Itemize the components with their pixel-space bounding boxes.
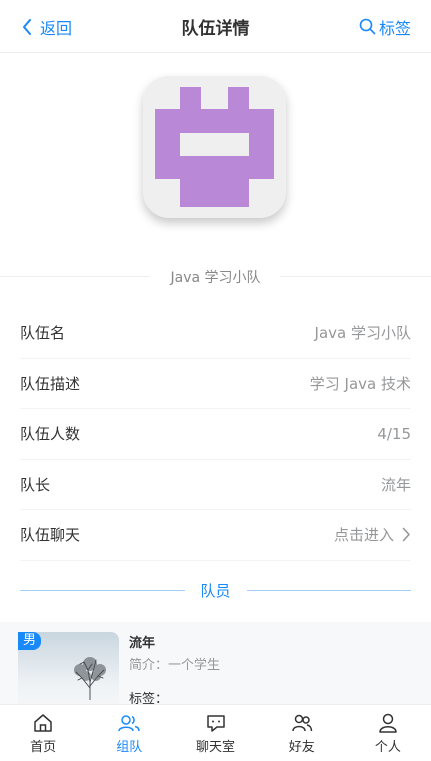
tab-label: 个人: [374, 739, 401, 755]
team-detail-page: 返回 队伍详情 标签 Java 学习小队 队伍名 Java 学习小队 队伍描述 …: [0, 0, 431, 761]
tab-label: 聊天室: [196, 739, 236, 755]
team-logo-icon: [155, 87, 274, 207]
gender-tag: 男: [18, 632, 42, 650]
divider-line: [20, 589, 185, 591]
nav-bar: 返回 队伍详情 标签: [0, 0, 431, 53]
cell-label: 队伍名: [20, 324, 66, 343]
tab-profile[interactable]: 个人: [345, 705, 431, 761]
team-info-list: 队伍名 Java 学习小队 队伍描述 学习 Java 技术 队伍人数 4/15 …: [0, 308, 431, 561]
tab-label: 好友: [288, 739, 315, 755]
divider-line: [246, 589, 412, 591]
cell-team-chat[interactable]: 队伍聊天 点击进入: [20, 510, 411, 561]
enter-chat-label: 点击进入: [333, 526, 394, 545]
user-icon: [379, 713, 397, 733]
tab-label: 组队: [116, 739, 143, 755]
tab-friends[interactable]: 好友: [259, 705, 345, 761]
cell-value: Java 学习小队: [314, 324, 411, 343]
search-icon: [359, 18, 376, 35]
tags-label: 标签: [378, 18, 411, 38]
tab-label: 首页: [30, 739, 57, 755]
friends-icon: [291, 714, 312, 731]
tags-search-button[interactable]: 标签: [359, 0, 411, 53]
tab-bar: 首页 组队 聊天室 好友 个人: [0, 704, 431, 761]
cell-label: 队伍聊天: [20, 526, 81, 545]
members-divider: 队员: [20, 578, 412, 602]
cell-label: 队伍人数: [20, 425, 81, 444]
team-avatar: [143, 76, 286, 218]
tab-home[interactable]: 首页: [0, 705, 86, 761]
page-title: 队伍详情: [181, 18, 250, 39]
home-icon: [34, 713, 52, 732]
back-button[interactable]: 返回: [22, 0, 72, 53]
cell-value-chat: 点击进入: [334, 524, 411, 545]
cell-label: 队伍描述: [20, 374, 81, 393]
member-name: 流年: [129, 636, 156, 651]
cell-team-leader: 队长 流年: [20, 460, 411, 510]
chevron-left-icon: [23, 18, 31, 35]
tab-chatroom[interactable]: 聊天室: [172, 705, 258, 761]
members-divider-label: 队员: [200, 581, 231, 600]
chevron-right-icon: [402, 527, 410, 542]
cell-label: 队长: [20, 475, 51, 494]
team-icon: [118, 714, 141, 731]
cell-value: 4/15: [377, 424, 411, 443]
cell-value: 学习 Java 技术: [309, 374, 411, 393]
cell-team-name: 队伍名 Java 学习小队: [20, 308, 411, 359]
back-label: 返回: [40, 18, 73, 38]
cell-team-size: 队伍人数 4/15: [20, 409, 411, 460]
tab-team[interactable]: 组队: [86, 705, 172, 761]
team-name-caption: Java 学习小队: [170, 270, 261, 286]
cell-team-description: 队伍描述 学习 Java 技术: [20, 359, 411, 409]
chat-icon: [206, 714, 225, 732]
cell-value: 流年: [380, 475, 411, 494]
member-intro: 简介：一个学生: [129, 658, 221, 673]
